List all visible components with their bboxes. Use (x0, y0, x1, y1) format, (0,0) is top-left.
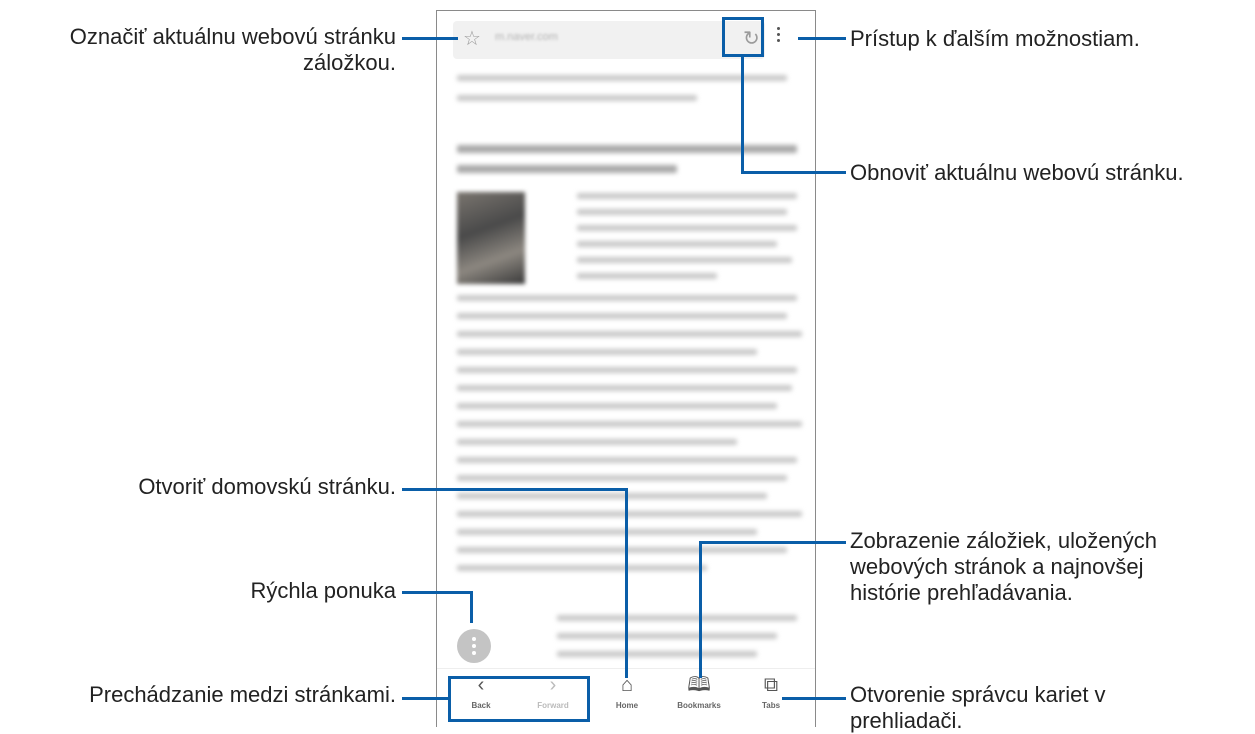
callout-more-options: Prístup k ďalším možnostiam. (850, 26, 1140, 51)
bookmarks-leader-vertical (699, 541, 702, 678)
refresh-highlight (722, 17, 764, 57)
callout-tabs-line2: prehliadači. (850, 708, 963, 733)
callout-tabs: Otvorenie správcu kariet v prehliadači. (850, 682, 1106, 734)
callout-tabs-line1: Otvorenie správcu kariet v (850, 682, 1106, 707)
callout-bookmark-line1: Označiť aktuálnu webovú stránku (69, 24, 396, 49)
bookmarks-label: Bookmarks (677, 701, 721, 710)
bookmarks-button[interactable]: 🕮 Bookmarks (669, 673, 729, 710)
navigate-leader-line (402, 697, 448, 700)
home-leader-horizontal (402, 488, 627, 491)
bookmark-leader-line (402, 37, 458, 40)
callout-bookmark-line2: záložkou. (303, 50, 396, 75)
more-options-leader-line (798, 37, 846, 40)
callout-refresh: Obnoviť aktuálnu webovú stránku. (850, 160, 1184, 185)
navigation-highlight (448, 676, 590, 722)
more-options-icon[interactable] (777, 27, 781, 49)
url-text[interactable]: m.naver.com (495, 31, 558, 43)
home-leader-vertical (625, 488, 628, 678)
refresh-leader-vertical (741, 57, 744, 172)
quick-menu-leader-vertical (470, 591, 473, 623)
callout-home: Otvoriť domovskú stránku. (138, 474, 396, 499)
tabs-icon: ⧉ (763, 674, 779, 696)
callout-bookmarks-line1: Zobrazenie záložiek, uložených (850, 528, 1157, 553)
refresh-leader-horizontal (741, 171, 846, 174)
tabs-button[interactable]: ⧉ Tabs (741, 673, 801, 710)
home-button[interactable]: ⌂ Home (597, 673, 657, 710)
quick-menu-leader-horizontal (402, 591, 472, 594)
tabs-label: Tabs (761, 701, 781, 710)
home-label: Home (615, 701, 639, 710)
callout-bookmark: Označiť aktuálnu webovú stránku záložkou… (8, 24, 396, 76)
bookmarks-leader-horizontal (700, 541, 846, 544)
article-photo (457, 192, 525, 284)
quick-menu-button[interactable] (457, 629, 491, 663)
callout-navigate: Prechádzanie medzi stránkami. (89, 682, 396, 707)
callout-bookmarks: Zobrazenie záložiek, uložených webových … (850, 528, 1157, 606)
star-icon[interactable]: ☆ (463, 28, 481, 50)
tabs-leader-line (782, 697, 846, 700)
callout-bookmarks-line2: webových stránok a najnovšej (850, 554, 1144, 579)
callout-quick-menu: Rýchla ponuka (250, 578, 396, 603)
address-bar[interactable]: ☆ m.naver.com ↻ (453, 21, 765, 59)
callout-bookmarks-line3: histórie prehľadávania. (850, 580, 1073, 605)
